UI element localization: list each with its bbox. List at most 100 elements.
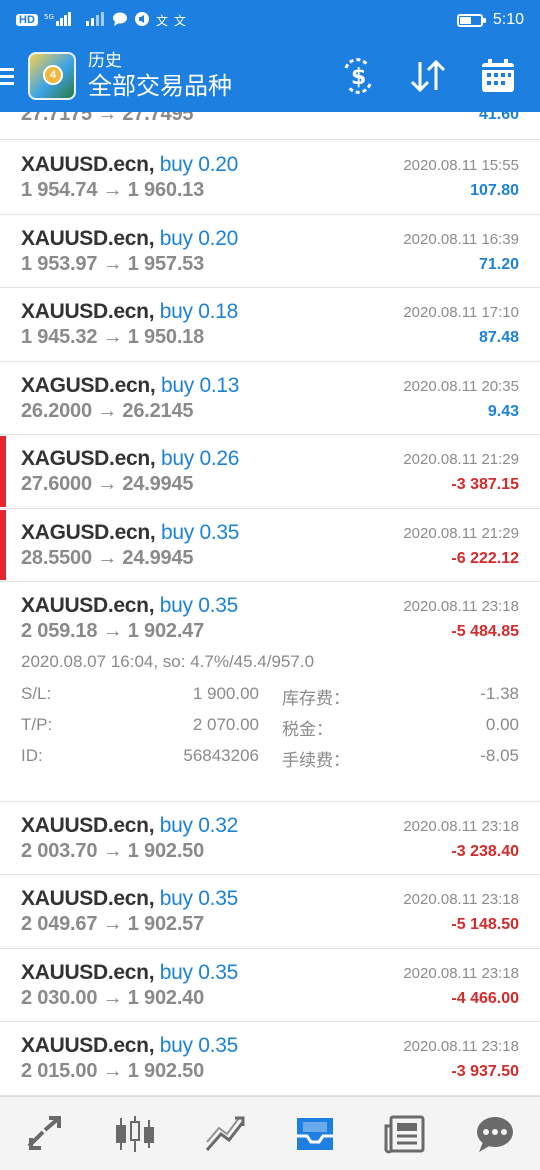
trade-symbol: XAUUSD.ecn, buy 0.20 — [21, 153, 238, 176]
commission-value: -8.05 — [480, 746, 519, 765]
translate-icon: 文 — [155, 13, 168, 28]
quotes-icon — [27, 1115, 61, 1150]
trade-row[interactable]: XAUUSD.ecn, buy 0.32 2020.08.11 23:18 2 00… — [0, 802, 540, 875]
swap-value: -1.38 — [480, 684, 519, 703]
battery-icon — [456, 13, 486, 27]
trade-profit: -3 937.50 — [451, 1063, 519, 1080]
trade-row[interactable]: XAGUSD.ecn, buy 0.35 2020.08.11 21:29 28.5… — [0, 509, 540, 582]
status-icons: HD 5G 文 文 — [16, 11, 186, 29]
trade-profit: 107.80 — [470, 182, 519, 199]
history-list[interactable]: 27.7175 → 27.7495 41.60 XAUUSD.ecn, buy … — [0, 112, 540, 1096]
swap-label: 库存费： — [282, 689, 350, 708]
trade-time: 2020.08.11 23:18 — [403, 817, 519, 835]
trade-prices: 26.2000 → 26.2145 — [21, 399, 194, 422]
list-item[interactable]: 27.7175 → 27.7495 41.60 — [0, 112, 540, 140]
trade-row[interactable]: XAUUSD.ecn, buy 0.18 2020.08.11 17:10 1 94… — [0, 288, 540, 362]
trade-row[interactable]: XAUUSD.ecn, buy 0.20 2020.08.11 16:39 1 95… — [0, 215, 540, 288]
trade-symbol: XAUUSD.ecn, buy 0.32 — [21, 813, 238, 837]
trade-side: buy 0.35 — [159, 960, 238, 984]
trade-time: 2020.08.11 16:39 — [403, 230, 519, 248]
trade-time: 2020.08.11 15:55 — [403, 157, 519, 174]
trade-profit: -3 387.15 — [451, 476, 519, 493]
trade-icon — [205, 1116, 245, 1151]
trade-row[interactable]: XAUUSD.ecn, buy 0.35 2020.08.11 23:18 2 04… — [0, 875, 540, 949]
trade-profit: 41.60 — [478, 112, 519, 123]
sl-row: S/L: 1 900.00 库存费： -1.38 — [21, 684, 521, 708]
history-icon — [297, 1117, 333, 1150]
trade-side: buy 0.18 — [159, 300, 238, 323]
sort-button[interactable] — [408, 56, 448, 96]
trade-time: 2020.08.11 20:35 — [403, 377, 519, 395]
trade-profit: 87.48 — [478, 329, 519, 346]
trade-symbol: XAGUSD.ecn, buy 0.26 — [21, 447, 240, 470]
trade-row[interactable]: XAGUSD.ecn, buy 0.26 2020.08.11 21:29 27.6… — [0, 435, 540, 509]
tp-label: T/P: — [21, 715, 53, 734]
trade-time: 2020.08.11 23:18 — [403, 1038, 519, 1055]
sl-label: S/L: — [21, 684, 52, 703]
trade-prices: 2 015.00 → 1 902.50 — [21, 1060, 205, 1082]
nav-news[interactable] — [375, 1104, 435, 1164]
trade-row[interactable]: XAUUSD.ecn, buy 0.35 2020.08.11 23:18 2 03… — [0, 949, 540, 1022]
trade-symbol: XAUUSD.ecn, buy 0.35 — [21, 1034, 238, 1057]
trade-time: 2020.08.11 21:29 — [403, 451, 519, 468]
nav-chat[interactable] — [465, 1104, 525, 1164]
5g-signal-icon: 5G — [44, 11, 78, 29]
trade-prices: 2 030.00 → 1 902.40 — [21, 986, 205, 1009]
sort-arrows-icon — [410, 59, 446, 93]
trade-side: buy 0.13 — [160, 373, 240, 397]
sound-icon — [134, 11, 150, 29]
app-logo[interactable]: 4 — [28, 52, 76, 100]
id-row: ID: 56843206 手续费： -8.05 — [21, 746, 521, 770]
nav-trade[interactable] — [195, 1104, 255, 1164]
clock: 5:10 — [492, 11, 524, 28]
trade-symbol: XAUUSD.ecn, buy 0.18 — [21, 300, 238, 323]
id-label: ID: — [21, 746, 43, 765]
trade-symbol: XAUUSD.ecn, buy 0.35 — [21, 887, 238, 910]
trade-prices: 1 954.74 → 1 960.13 — [21, 179, 205, 201]
tp-value: 2 070.00 — [192, 715, 259, 734]
trade-profit: 71.20 — [478, 255, 519, 273]
app-bar: 4 历史 全部交易品种 $ — [0, 40, 540, 112]
trade-time: 2020.08.11 21:29 — [403, 524, 519, 542]
trade-symbol: XAGUSD.ecn, buy 0.35 — [21, 520, 240, 544]
commission-label: 手续费： — [282, 751, 350, 770]
tax-value: 0.00 — [485, 715, 519, 734]
trade-side: buy 0.35 — [159, 1034, 238, 1057]
trade-symbol: XAUUSD.ecn, buy 0.35 — [21, 594, 238, 617]
trade-row[interactable]: XAUUSD.ecn, buy 0.35 2020.08.11 23:18 2 01… — [0, 1022, 540, 1096]
svg-text:5G: 5G — [44, 13, 54, 21]
trade-time: 2020.08.11 23:18 — [403, 891, 519, 908]
trade-prices: 2 049.67 → 1 902.57 — [21, 913, 205, 935]
bottom-navigation — [0, 1096, 540, 1170]
header-titles: 历史 全部交易品种 — [88, 50, 232, 102]
page-title[interactable]: 全部交易品种 — [88, 72, 232, 102]
trade-profit: -6 222.12 — [451, 549, 519, 567]
trade-side: buy 0.20 — [159, 226, 238, 250]
menu-icon[interactable] — [0, 67, 22, 85]
nav-chart[interactable] — [105, 1104, 165, 1164]
deposit-button[interactable]: $ — [338, 56, 378, 96]
id-value: 56843206 — [183, 746, 259, 765]
trade-profit: -4 466.00 — [451, 989, 519, 1007]
trade-open-info: 2020.08.07 16:04, so: 4.7%/45.4/957.0 — [21, 652, 315, 671]
trade-time: 2020.08.11 17:10 — [403, 304, 519, 321]
chart-icon — [116, 1115, 154, 1152]
trade-prices: 2 059.18 → 1 902.47 — [21, 620, 205, 642]
trade-side: buy 0.32 — [159, 813, 238, 837]
nav-quotes[interactable] — [15, 1104, 75, 1164]
trade-row[interactable]: XAUUSD.ecn, buy 0.20 2020.08.11 15:55 1 95… — [0, 141, 540, 215]
trade-row[interactable]: XAGUSD.ecn, buy 0.13 2020.08.11 20:35 26.2… — [0, 362, 540, 435]
loss-flag — [0, 509, 6, 580]
hd-icon: HD — [16, 14, 38, 26]
trade-prices: 27.7175 → 27.7495 — [21, 112, 194, 125]
status-bar: HD 5G 文 文 5:10 — [0, 0, 540, 40]
translate-icon: 文 — [173, 13, 186, 28]
sl-value: 1 900.00 — [192, 684, 259, 703]
nav-history[interactable] — [285, 1104, 345, 1164]
calendar-button[interactable] — [478, 56, 518, 96]
trade-profit: -5 148.50 — [451, 916, 519, 933]
trade-row[interactable]: XAUUSD.ecn, buy 0.35 2020.08.11 23:18 2 05… — [0, 582, 540, 802]
trade-profit: 9.43 — [487, 402, 519, 420]
trade-prices: 1 953.97 → 1 957.53 — [21, 252, 205, 275]
trade-time: 2020.08.11 23:18 — [403, 598, 519, 615]
